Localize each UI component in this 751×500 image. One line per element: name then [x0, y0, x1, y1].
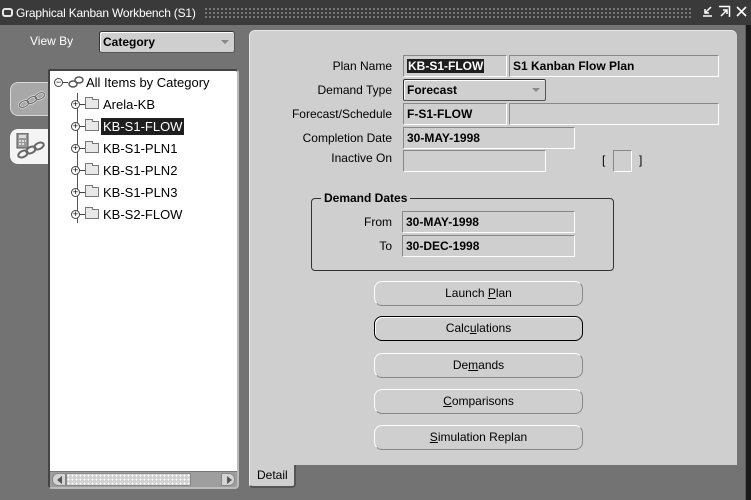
scroll-right-button[interactable] — [221, 473, 235, 486]
button-label: Calc — [445, 321, 470, 335]
side-tab-calculator[interactable] — [10, 129, 50, 164]
to-date-label: To — [379, 239, 392, 253]
plan-description-field[interactable]: S1 Kanban Flow Plan — [509, 55, 719, 77]
close-icon[interactable] — [734, 5, 749, 20]
title-bar-grip[interactable] — [203, 7, 692, 18]
arrow-right-icon — [227, 476, 232, 484]
button-label: lations — [476, 321, 512, 335]
folder-icon — [85, 119, 99, 131]
view-by-value: Category — [103, 35, 156, 49]
tree-item[interactable]: + KB-S2-FLOW — [71, 204, 184, 224]
plan-name-label: Plan Name — [332, 59, 392, 73]
tree-root-label: All Items by Category — [86, 74, 210, 90]
tree-item-label: KB-S2-FLOW — [103, 206, 183, 222]
demands-button[interactable]: Demands — [374, 353, 583, 378]
completion-date-field[interactable]: 30-MAY-1998 — [403, 127, 575, 149]
scroll-left-button[interactable] — [52, 473, 66, 486]
maximize-icon[interactable] — [717, 5, 732, 20]
tree-root[interactable]: − All Items by Category — [54, 72, 212, 92]
completion-date-label: Completion Date — [302, 131, 392, 145]
tree-item-label: Arela-KB — [103, 96, 156, 112]
side-tab-kanban[interactable] — [10, 82, 50, 116]
folder-icon — [85, 97, 99, 109]
kanban-chain-icon — [18, 91, 46, 109]
collapse-icon[interactable]: − — [54, 77, 63, 87]
chevron-down-icon — [532, 88, 540, 92]
view-by-select[interactable]: Category — [99, 31, 235, 53]
button-mnemonic: C — [443, 394, 452, 408]
calculations-button[interactable]: Calculations — [374, 316, 583, 341]
demand-type-label: Demand Type — [317, 83, 393, 97]
tree-item-label: KB-S1-PLN3 — [103, 184, 178, 200]
calculator-chain-icon — [16, 133, 45, 159]
bracket-open: [ — [602, 153, 606, 167]
button-mnemonic: P — [487, 286, 496, 300]
button-label: Launch — [445, 286, 488, 300]
folder-icon — [85, 163, 99, 175]
button-label: omparisons — [451, 394, 514, 408]
inactive-on-field[interactable] — [403, 150, 546, 172]
tree-item[interactable]: + KB-S1-FLOW — [71, 116, 185, 136]
expand-icon[interactable]: + — [71, 143, 80, 153]
forecast-schedule-desc-field[interactable] — [509, 103, 719, 125]
window-title: Graphical Kanban Workbench (S1) — [16, 5, 196, 20]
view-by-label: View By — [30, 34, 74, 48]
scrollbar-thumb[interactable] — [66, 473, 191, 486]
button-label: imulation Replan — [437, 430, 528, 444]
tab-detail[interactable]: Detail — [249, 465, 296, 488]
forecast-schedule-label: Forecast/Schedule — [291, 107, 392, 121]
button-mnemonic: m — [468, 358, 479, 372]
tree-item-label: KB-S1-FLOW — [101, 117, 185, 135]
minimize-icon[interactable] — [700, 5, 715, 20]
chevron-down-icon — [221, 40, 229, 44]
chain-icon — [68, 76, 84, 88]
button-mnemonic: S — [429, 430, 438, 444]
plan-name-value: KB-S1-FLOW — [407, 59, 485, 73]
expand-icon[interactable]: + — [71, 209, 80, 219]
button-mnemonic: u — [469, 321, 477, 335]
demand-dates-title: Demand Dates — [321, 191, 411, 205]
launch-plan-button[interactable]: Launch Plan — [374, 281, 583, 306]
folder-icon — [85, 207, 99, 219]
from-date-label: From — [364, 215, 392, 229]
tree-item[interactable]: + KB-S1-PLN1 — [71, 138, 179, 158]
tree-item[interactable]: + KB-S1-PLN3 — [71, 182, 179, 202]
comparisons-button[interactable]: Comparisons — [374, 389, 583, 414]
folder-icon — [85, 185, 99, 197]
arrow-left-icon — [57, 476, 62, 484]
expand-icon[interactable]: + — [71, 99, 80, 109]
demand-type-value: Forecast — [407, 83, 458, 97]
from-date-field[interactable]: 30-MAY-1998 — [402, 211, 575, 233]
horizontal-scrollbar[interactable] — [50, 471, 237, 487]
to-date-field[interactable]: 30-DEC-1998 — [402, 235, 575, 257]
inactive-on-label: Inactive On — [331, 151, 392, 165]
tree-item[interactable]: + Arela-KB — [71, 94, 157, 114]
tree-item-label: KB-S1-PLN2 — [103, 162, 178, 178]
button-label: lan — [495, 286, 512, 300]
tree-item-label: KB-S1-PLN1 — [103, 140, 178, 156]
folder-icon — [85, 141, 99, 153]
flexfield-checkbox[interactable] — [613, 150, 632, 172]
plan-name-field[interactable]: KB-S1-FLOW — [403, 55, 507, 77]
demand-type-select[interactable]: Forecast — [403, 79, 546, 101]
expand-icon[interactable]: + — [71, 121, 80, 131]
forecast-schedule-field[interactable]: F-S1-FLOW — [403, 103, 507, 125]
button-label: ands — [478, 358, 505, 372]
expand-icon[interactable]: + — [71, 165, 80, 175]
simulation-replan-button[interactable]: Simulation Replan — [374, 425, 583, 450]
button-label: De — [452, 358, 469, 372]
bracket-close: ] — [639, 153, 643, 167]
item-tree[interactable]: − All Items by Category + Arela-KB + KB-… — [48, 69, 239, 489]
expand-icon[interactable]: + — [71, 187, 80, 197]
title-bar: Graphical Kanban Workbench (S1) — [0, 0, 751, 25]
tree-item[interactable]: + KB-S1-PLN2 — [71, 160, 179, 180]
app-icon — [2, 8, 13, 17]
window-border — [746, 25, 751, 500]
